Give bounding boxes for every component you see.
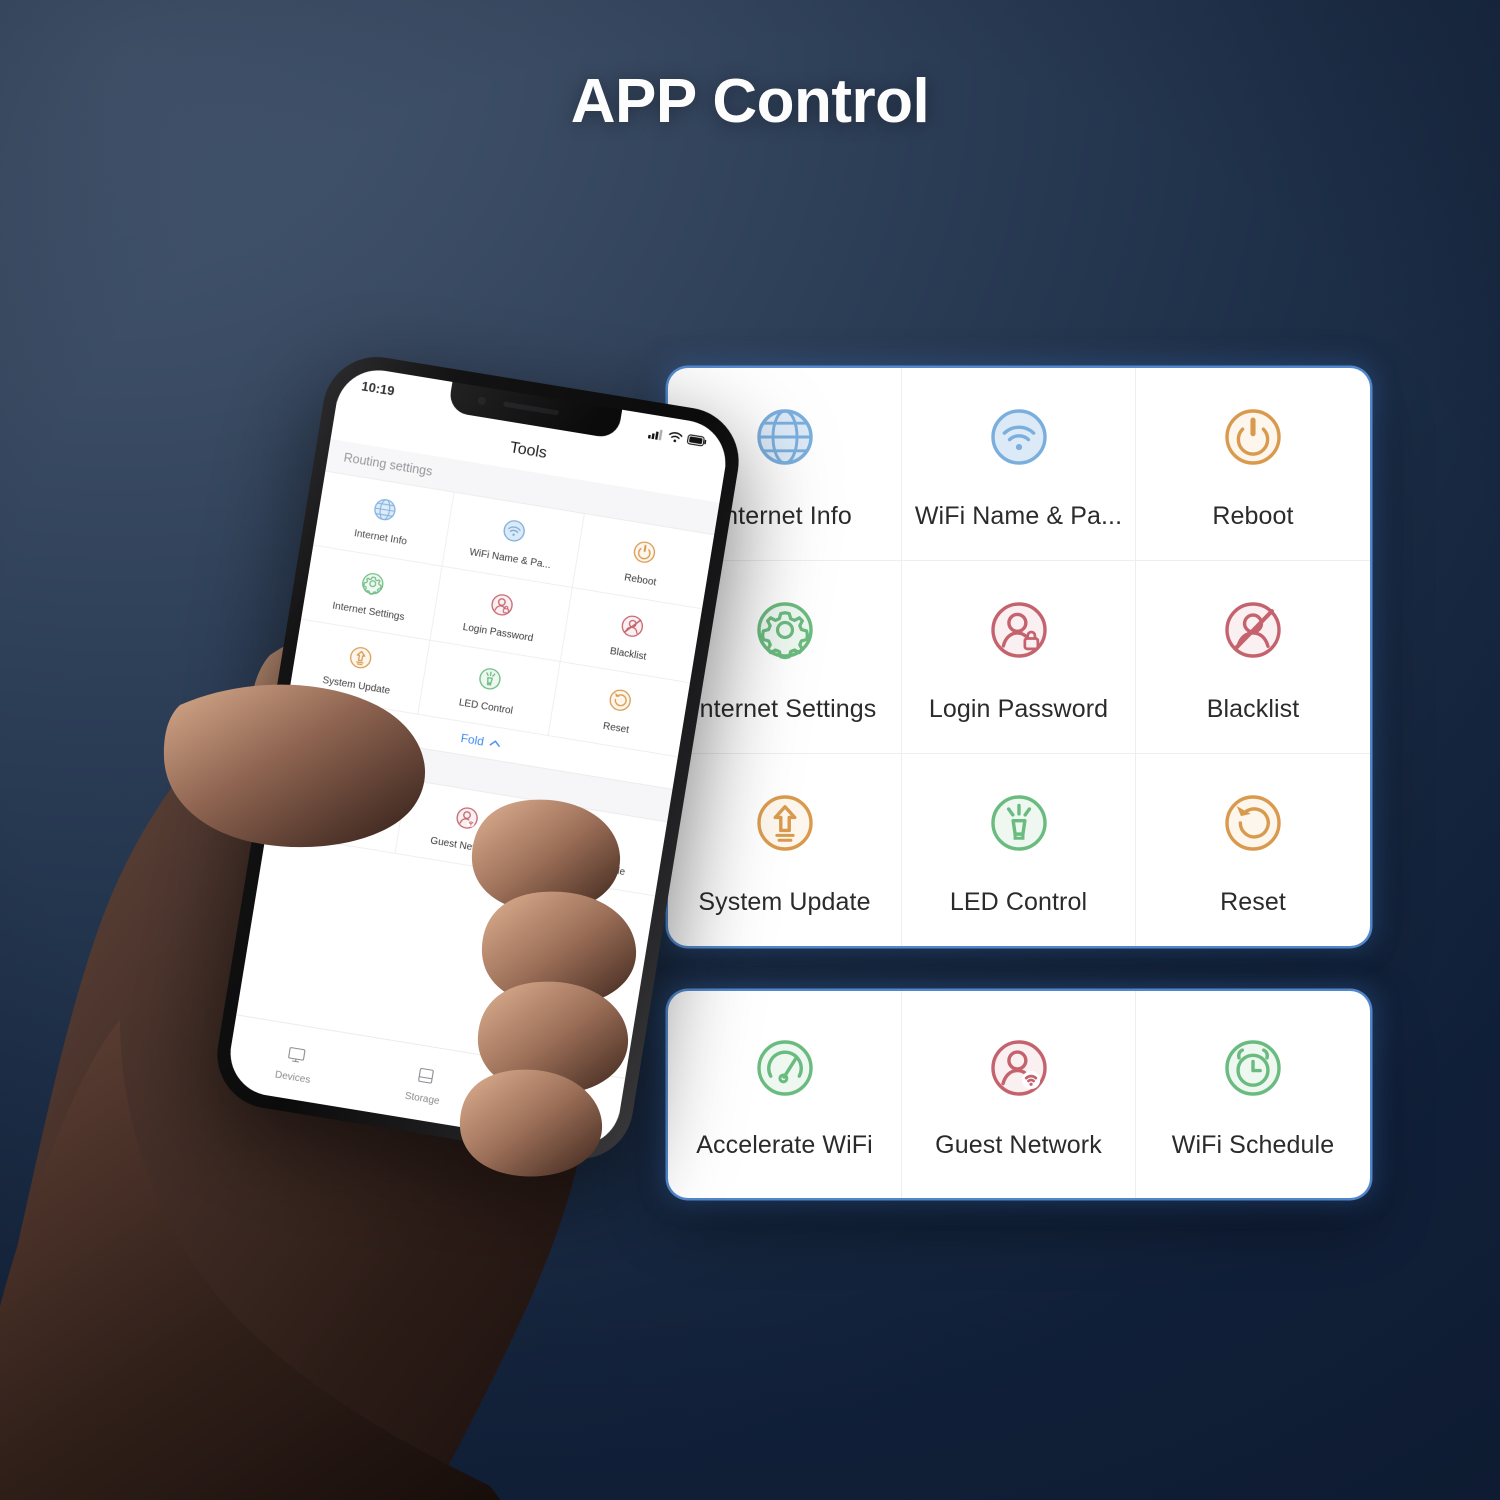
tool-cell[interactable]: Login Password (902, 561, 1136, 754)
alarm-icon (587, 828, 609, 851)
wifi-icon (990, 408, 1047, 465)
phone-tool-label: WiFi Name & Pa... (468, 546, 552, 572)
upload-arrow-icon (350, 647, 372, 669)
user-blocked-icon (1225, 601, 1281, 658)
tool-label: WiFi Schedule (1171, 1131, 1335, 1159)
earpiece-speaker (503, 401, 560, 416)
tool-cell[interactable]: Reboot (1136, 368, 1370, 561)
smart-apps-grid: Accelerate WiFi Guest Network WiFi Sched… (668, 991, 1370, 1198)
rotate-ccw-icon (609, 689, 632, 711)
tool-cell[interactable]: System Update (668, 754, 902, 946)
wifi-icon (504, 520, 526, 542)
user-lock-icon (990, 601, 1047, 658)
tool-cell[interactable]: Guest Network (902, 991, 1136, 1198)
screenshot-root: APP Control Internet Info WiFi Name & Pa… (0, 0, 1500, 1500)
tool-cell[interactable]: WiFi Schedule (1136, 991, 1370, 1198)
wifi-status-icon (669, 431, 683, 442)
lamp-icon (479, 668, 502, 690)
tool-label: WiFi Name & Pa... (914, 501, 1123, 530)
phone-tool-label: Guest Network (429, 835, 497, 858)
battery-icon (687, 433, 707, 446)
tool-label: Reboot (1212, 501, 1294, 530)
tool-label: System Update (698, 887, 871, 916)
phone-tool-label: System Update (321, 674, 391, 697)
phone-tool-label: Internet Info (353, 528, 408, 548)
lamp-icon (990, 794, 1047, 851)
phone-tool-label: Reset (602, 720, 630, 736)
phone-tool-label: Login Password (461, 621, 534, 645)
monitor-icon (287, 1046, 306, 1062)
power-icon (634, 541, 656, 563)
phone-tool-label: LED Control (458, 697, 514, 717)
phone-tab-label: Storage (404, 1090, 441, 1107)
globe-icon (756, 408, 813, 465)
smart-apps-card: Accelerate WiFi Guest Network WiFi Sched… (668, 991, 1370, 1198)
globe-icon (374, 499, 396, 521)
tool-label: Internet Settings (692, 694, 877, 723)
rotate-ccw-icon (1225, 794, 1281, 851)
phone-tab-label: Tools (539, 1112, 565, 1128)
phone-tool-label: Reboot (623, 572, 657, 589)
phone-tool-label: Accelerate WiFi (297, 813, 369, 837)
chevron-up-icon (489, 740, 501, 747)
user-wifi-icon (990, 1040, 1047, 1096)
tool-cell[interactable]: Accelerate WiFi (668, 991, 902, 1198)
fold-label: Fold (459, 731, 486, 749)
tool-label: Blacklist (1206, 694, 1300, 723)
phone-tool-label: WiFi Schedule (560, 856, 626, 879)
grid-icon (548, 1089, 563, 1105)
tool-cell[interactable]: LED Control (902, 754, 1136, 946)
power-icon (1225, 408, 1281, 465)
drive-icon (418, 1067, 434, 1084)
phone-tab-label: Devices (274, 1068, 312, 1086)
page-title: APP Control (570, 67, 930, 136)
tool-label: Accelerate WiFi (696, 1131, 873, 1159)
tool-cell[interactable]: Blacklist (1136, 561, 1370, 754)
phone-tool-label: Internet Settings (331, 600, 406, 624)
gauge-icon (756, 1040, 813, 1096)
user-blocked-icon (621, 615, 644, 637)
upload-arrow-icon (756, 794, 813, 851)
gauge-icon (327, 786, 349, 808)
alarm-icon (1225, 1040, 1281, 1096)
status-time: 10:19 (360, 377, 396, 399)
tool-label: Reset (1220, 887, 1286, 916)
gear-icon (362, 573, 384, 595)
tool-label: Internet Info (717, 501, 852, 530)
routing-settings-grid: Internet Info WiFi Name & Pa... Reboot I… (668, 368, 1370, 946)
user-lock-icon (491, 594, 514, 616)
phone-tool-label: Blacklist (609, 645, 648, 663)
tool-label: Guest Network (935, 1131, 1102, 1159)
signal-bars-icon (647, 429, 663, 440)
tool-cell[interactable]: WiFi Name & Pa... (902, 368, 1136, 561)
tool-cell[interactable]: Reset (1136, 754, 1370, 946)
tool-label: LED Control (949, 887, 1088, 916)
user-wifi-icon (456, 807, 479, 829)
gear-icon (756, 601, 813, 659)
front-camera-icon (477, 396, 487, 406)
routing-settings-card: Internet Info WiFi Name & Pa... Reboot I… (668, 368, 1370, 946)
tool-label: Login Password (928, 694, 1109, 723)
